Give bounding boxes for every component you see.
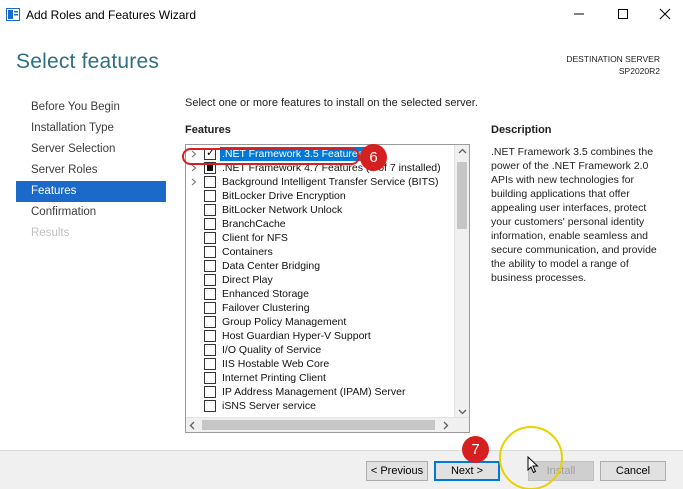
destination-server-label: DESTINATION SERVER bbox=[566, 54, 660, 64]
feature-item[interactable]: I/O Quality of Service bbox=[186, 343, 454, 357]
feature-item[interactable]: Enhanced Storage bbox=[186, 287, 454, 301]
nav-item-server-selection[interactable]: Server Selection bbox=[16, 139, 166, 160]
close-button[interactable] bbox=[651, 4, 679, 24]
feature-checkbox[interactable] bbox=[204, 358, 216, 370]
feature-label[interactable]: Data Center Bridging bbox=[222, 259, 320, 273]
feature-label[interactable]: IIS Hostable Web Core bbox=[222, 357, 329, 371]
feature-item[interactable]: Containers bbox=[186, 245, 454, 259]
nav-item-server-roles[interactable]: Server Roles bbox=[16, 160, 166, 181]
nav-item-features[interactable]: Features bbox=[16, 181, 166, 202]
minimize-icon bbox=[574, 13, 584, 15]
feature-label[interactable]: Enhanced Storage bbox=[222, 287, 309, 301]
feature-label[interactable]: BitLocker Drive Encryption bbox=[222, 189, 346, 203]
feature-checkbox[interactable] bbox=[204, 232, 216, 244]
feature-item[interactable]: Background Intelligent Transfer Service … bbox=[186, 175, 454, 189]
scroll-up-icon[interactable] bbox=[458, 148, 467, 154]
close-icon bbox=[659, 8, 671, 20]
feature-label[interactable]: Direct Play bbox=[222, 273, 273, 287]
title-bar: Add Roles and Features Wizard bbox=[0, 0, 683, 30]
destination-server-name: SP2020R2 bbox=[618, 66, 660, 76]
feature-checkbox[interactable] bbox=[204, 386, 216, 398]
highlight-ring bbox=[182, 148, 360, 165]
feature-checkbox[interactable] bbox=[204, 400, 216, 412]
feature-checkbox[interactable] bbox=[204, 302, 216, 314]
feature-checkbox[interactable] bbox=[204, 344, 216, 356]
maximize-icon bbox=[618, 9, 628, 19]
next-button[interactable]: Next > bbox=[434, 461, 500, 481]
feature-label[interactable]: Background Intelligent Transfer Service … bbox=[222, 175, 439, 189]
feature-checkbox[interactable] bbox=[204, 176, 216, 188]
server-manager-icon bbox=[6, 8, 20, 21]
feature-label[interactable]: Failover Clustering bbox=[222, 301, 310, 315]
page-title: Select features bbox=[16, 50, 160, 73]
feature-item[interactable]: BranchCache bbox=[186, 217, 454, 231]
vertical-scrollbar[interactable] bbox=[454, 145, 469, 418]
feature-label[interactable]: Internet Printing Client bbox=[222, 371, 326, 385]
feature-item[interactable]: Group Policy Management bbox=[186, 315, 454, 329]
maximize-button[interactable] bbox=[609, 4, 637, 24]
scroll-left-icon[interactable] bbox=[189, 421, 195, 430]
mouse-cursor-icon bbox=[527, 456, 539, 474]
nav-item-results: Results bbox=[31, 227, 70, 239]
description-text: .NET Framework 3.5 combines the power of… bbox=[491, 146, 657, 284]
feature-checkbox[interactable] bbox=[204, 288, 216, 300]
feature-checkbox[interactable] bbox=[204, 316, 216, 328]
feature-item[interactable]: IIS Hostable Web Core bbox=[186, 357, 454, 371]
nav-item-before-you-begin[interactable]: Before You Begin bbox=[16, 97, 166, 118]
step-badge-7: 7 bbox=[462, 436, 489, 463]
feature-label[interactable]: Containers bbox=[222, 245, 273, 259]
wizard-nav: Before You Begin Installation Type Serve… bbox=[16, 97, 166, 244]
description-heading: Description bbox=[491, 124, 552, 136]
feature-item[interactable]: BitLocker Network Unlock bbox=[186, 203, 454, 217]
minimize-button[interactable] bbox=[565, 4, 593, 24]
feature-checkbox[interactable] bbox=[204, 372, 216, 384]
feature-item[interactable]: Client for NFS bbox=[186, 231, 454, 245]
feature-item[interactable]: Internet Printing Client bbox=[186, 371, 454, 385]
features-tree[interactable]: .NET Framework 3.5 Features.NET Framewor… bbox=[185, 144, 470, 433]
feature-checkbox[interactable] bbox=[204, 190, 216, 202]
step-badge-6: 6 bbox=[360, 144, 387, 171]
feature-checkbox[interactable] bbox=[204, 218, 216, 230]
feature-label[interactable]: BranchCache bbox=[222, 217, 286, 231]
nav-item-confirmation[interactable]: Confirmation bbox=[16, 202, 166, 223]
feature-label[interactable]: IP Address Management (IPAM) Server bbox=[222, 385, 405, 399]
window-title: Add Roles and Features Wizard bbox=[26, 8, 197, 22]
feature-checkbox[interactable] bbox=[204, 204, 216, 216]
feature-item[interactable]: BitLocker Drive Encryption bbox=[186, 189, 454, 203]
feature-item[interactable]: Data Center Bridging bbox=[186, 259, 454, 273]
scroll-down-icon[interactable] bbox=[458, 409, 467, 415]
feature-label[interactable]: BitLocker Network Unlock bbox=[222, 203, 342, 217]
feature-label[interactable]: iSNS Server service bbox=[222, 399, 316, 413]
feature-label[interactable]: Client for NFS bbox=[222, 231, 288, 245]
feature-checkbox[interactable] bbox=[204, 246, 216, 258]
expand-chevron-icon[interactable] bbox=[191, 164, 197, 172]
feature-checkbox[interactable] bbox=[204, 274, 216, 286]
feature-item[interactable]: IP Address Management (IPAM) Server bbox=[186, 385, 454, 399]
feature-item[interactable]: iSNS Server service bbox=[186, 399, 454, 413]
features-list: .NET Framework 3.5 Features.NET Framewor… bbox=[186, 146, 454, 413]
nav-item-installation-type[interactable]: Installation Type bbox=[16, 118, 166, 139]
feature-checkbox[interactable] bbox=[204, 330, 216, 342]
feature-item[interactable]: Failover Clustering bbox=[186, 301, 454, 315]
vertical-scroll-thumb[interactable] bbox=[457, 162, 467, 229]
feature-item[interactable]: Host Guardian Hyper-V Support bbox=[186, 329, 454, 343]
feature-checkbox[interactable] bbox=[204, 260, 216, 272]
feature-label[interactable]: I/O Quality of Service bbox=[222, 343, 321, 357]
horizontal-scroll-thumb[interactable] bbox=[202, 420, 435, 430]
scroll-right-icon[interactable] bbox=[443, 421, 449, 430]
expand-chevron-icon[interactable] bbox=[191, 178, 197, 186]
feature-item[interactable]: Direct Play bbox=[186, 273, 454, 287]
cancel-button[interactable]: Cancel bbox=[600, 461, 666, 481]
destination-server-info: DESTINATION SERVER SP2020R2 bbox=[566, 53, 660, 77]
previous-button[interactable]: < Previous bbox=[366, 461, 428, 481]
instruction-text: Select one or more features to install o… bbox=[185, 97, 478, 109]
features-heading: Features bbox=[185, 124, 231, 136]
feature-label[interactable]: Host Guardian Hyper-V Support bbox=[222, 329, 371, 343]
feature-label[interactable]: Group Policy Management bbox=[222, 315, 346, 329]
horizontal-scrollbar[interactable] bbox=[186, 417, 469, 432]
